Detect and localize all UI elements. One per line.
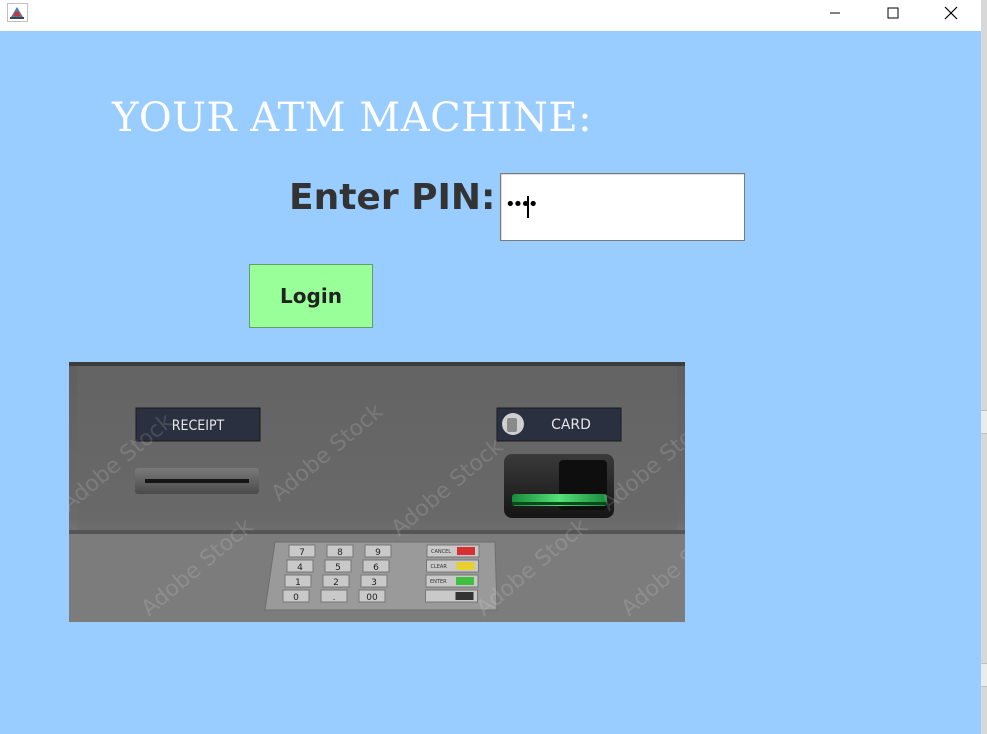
keypad-key-label: 4 bbox=[297, 563, 303, 573]
keypad-key-label: . bbox=[333, 593, 336, 603]
scroll-notch bbox=[981, 410, 987, 434]
function-key-color bbox=[456, 577, 474, 585]
main-panel: YOUR ATM MACHINE: Enter PIN: •••• Login bbox=[0, 31, 981, 734]
keypad-key-label: 7 bbox=[299, 548, 305, 558]
close-button[interactable] bbox=[922, 0, 980, 26]
keypad: 7 8 9 4 5 6 1 2 3 0. 00 CANCEL CLEAR ENTER bbox=[264, 541, 498, 611]
minimize-icon bbox=[830, 12, 840, 14]
function-key-color bbox=[456, 562, 475, 570]
title-bar[interactable] bbox=[0, 0, 981, 31]
atm-photo: RECEIPT CARD 7 8 9 4 5 6 1 2 3 0 . 00 CA… bbox=[57, 362, 738, 622]
java-cup-icon bbox=[7, 3, 28, 22]
card-label-plate: CARD bbox=[496, 407, 622, 442]
function-key-label: ENTER bbox=[430, 579, 447, 585]
atm-illustration: RECEIPT CARD 7 8 94 5 61 2 30 . 00CANCEL… bbox=[57, 362, 738, 622]
keypad-key-label: 00 bbox=[366, 593, 378, 603]
keypad-key-label: 3 bbox=[371, 578, 377, 588]
keypad-key-label: 2 bbox=[333, 578, 339, 588]
keypad-key-label: 9 bbox=[375, 548, 381, 558]
function-key-color bbox=[457, 547, 475, 555]
keypad-key-label: 6 bbox=[373, 563, 379, 573]
function-key-label: CLEAR bbox=[431, 564, 448, 570]
login-button[interactable]: Login bbox=[249, 264, 373, 328]
maximize-icon bbox=[887, 7, 899, 19]
pin-masked-value: •••• bbox=[505, 194, 539, 215]
close-icon bbox=[944, 6, 958, 20]
function-key-label: CANCEL bbox=[431, 549, 451, 555]
right-edge bbox=[981, 0, 987, 734]
keypad-key-label: 1 bbox=[295, 578, 301, 588]
maximize-button[interactable] bbox=[864, 0, 922, 26]
keypad-key-label: 5 bbox=[335, 563, 341, 573]
pin-label: Enter PIN: bbox=[289, 177, 496, 218]
card-reader bbox=[504, 454, 614, 518]
page-title: YOUR ATM MACHINE: bbox=[112, 95, 593, 141]
card-label: CARD bbox=[551, 417, 591, 433]
scroll-notch bbox=[981, 663, 987, 687]
pin-input[interactable]: •••• bbox=[500, 173, 745, 241]
function-key-color bbox=[455, 592, 474, 600]
minimize-button[interactable] bbox=[806, 0, 864, 26]
app-window: YOUR ATM MACHINE: Enter PIN: •••• Login bbox=[0, 0, 981, 734]
keypad-key-label: 0 bbox=[293, 593, 299, 603]
receipt-label: RECEIPT bbox=[172, 418, 225, 434]
text-caret bbox=[527, 196, 529, 218]
keypad-key-label: 8 bbox=[337, 548, 343, 558]
